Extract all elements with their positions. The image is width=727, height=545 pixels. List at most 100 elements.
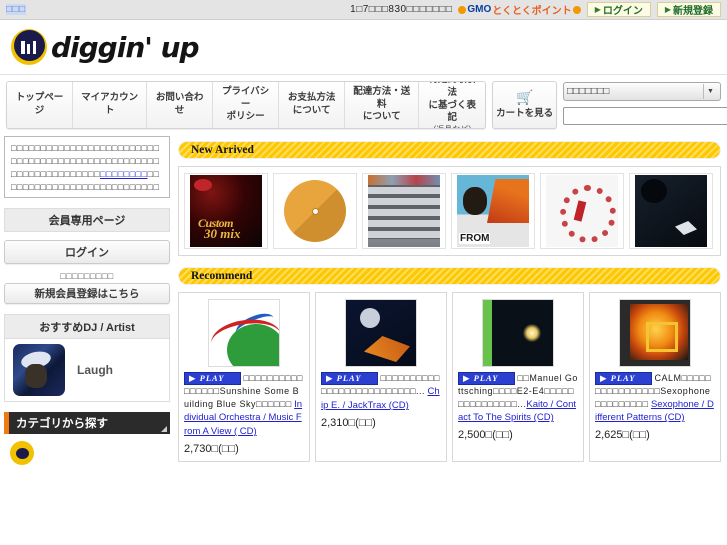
nav-tab-label: マイアカウント — [81, 92, 139, 116]
new-arrived-item[interactable] — [362, 173, 446, 249]
play-button-label: PLAY — [336, 373, 362, 383]
play-button[interactable]: ▶ PLAY — [321, 372, 379, 386]
recommend-description-line: ▶ PLAY CALM□□□□□□□□□□□□□□□□Sexophone□□□□□… — [595, 372, 715, 425]
nav-tab-contact[interactable]: お問い合わせ — [147, 82, 214, 128]
sidebar-login-button[interactable]: ログイン — [4, 240, 170, 264]
sidebar-login-label: ログイン — [65, 247, 109, 259]
play-button-label: PLAY — [199, 373, 225, 383]
new-arrived-item[interactable] — [540, 173, 624, 249]
contact-to-the-spirits-cover[interactable] — [482, 299, 554, 367]
new-arrived-item[interactable]: 30 mix — [184, 173, 268, 249]
resize-corner-icon — [161, 426, 167, 432]
play-button[interactable]: ▶ PLAY — [458, 372, 516, 386]
nav-tab-label-wrap: 特定商取引法 に基づく表記 （返品など） — [425, 82, 479, 128]
new-arrived-item[interactable] — [629, 173, 713, 249]
login-button-top[interactable]: ▶ ログイン — [586, 2, 651, 17]
nav-tab-legal-notation[interactable]: 特定商取引法 に基づく表記 （返品など） — [419, 82, 486, 128]
recommended-dj-panel: おすすめDJ / Artist Laugh — [4, 314, 170, 402]
music-from-a-view-cover[interactable] — [208, 299, 280, 367]
member-page-header: 会員専用ページ — [4, 208, 170, 232]
nav-tab-label: 特定商取引法 に基づく表記 — [428, 82, 477, 124]
dj-name-label[interactable]: Laugh — [77, 363, 113, 377]
nav-tab-shipping[interactable]: 配達方法・送料 について — [345, 82, 420, 128]
sidebar: □□□□□□□□□□□□□□□□□□□□□□□□□□□□□□□□□□□□□□□□… — [4, 136, 170, 468]
recommended-dj-header: おすすめDJ / Artist — [5, 315, 169, 339]
logo-band: diggin' up — [0, 20, 727, 75]
new-arrived-item[interactable] — [451, 173, 535, 249]
sidebar-register-button[interactable]: 新規会員登録はこちら — [4, 283, 170, 304]
nav-tab-label: プライバシー ポリシー — [222, 85, 270, 123]
nav-tab-top-page[interactable]: トップページ — [7, 82, 73, 128]
view-cart-button[interactable]: 🛒 カートを見る — [492, 81, 557, 129]
recommend-card: ▶ PLAY □□□□□□□□□□□□□□□□□□□□□□□□□□... Chip… — [315, 292, 447, 462]
topbar-left-label[interactable]: □□□ — [6, 4, 26, 15]
caret-right-icon: ▶ — [664, 5, 671, 14]
dark-navy-cover — [635, 175, 707, 247]
shopping-cart-icon: 🛒 — [515, 89, 534, 105]
search-area: □□□□□□□ ▼ □□ — [563, 81, 727, 127]
main-nav-tabs: トップページ マイアカウント お問い合わせ プライバシー ポリシー お支払方法 … — [6, 81, 487, 129]
recommend-price: 2,310□(□□) — [321, 417, 376, 430]
register-button-top[interactable]: ▶ 新規登録 — [656, 2, 721, 17]
search-input[interactable] — [563, 107, 727, 125]
register-caption: □□□□□□□□□ — [60, 271, 114, 281]
sidebar-register-label: 新規会員登録はこちら — [34, 288, 140, 300]
login-button-top-label: ログイン — [602, 6, 643, 17]
recommend-price: 2,730□(□□) — [184, 443, 239, 456]
nav-tab-label: お支払方法 について — [287, 92, 336, 116]
category-search-label: カテゴリから探す — [16, 418, 108, 430]
main-column: New Arrived 30 mix Recommend ▶ PLAY□□□□□… — [176, 136, 723, 468]
top-utility-bar: □□□ 1□7□□□830□□□□□□□ GMO とくとくポイント ▶ ログイン … — [0, 0, 727, 20]
dj-avatar[interactable] — [13, 344, 65, 396]
navigation-band: トップページ マイアカウント お問い合わせ プライバシー ポリシー お支払方法 … — [0, 75, 727, 133]
recommend-title: Recommend — [191, 270, 253, 282]
play-button-label: PLAY — [610, 373, 636, 383]
nav-tab-label: トップページ — [15, 92, 64, 116]
recommend-thumb-wrap — [184, 299, 304, 367]
recommended-dj-body: Laugh — [5, 339, 169, 401]
new-arrived-list: 30 mix — [178, 166, 721, 256]
different-patterns-cover[interactable] — [619, 299, 691, 367]
play-button-label: PLAY — [473, 373, 499, 383]
recommend-card: ▶ PLAY □□□□□□□□□□□□□□□□Sunshine Some Buil… — [178, 292, 310, 462]
recommended-dj-header-label: おすすめDJ / Artist — [39, 321, 135, 334]
recommend-card: ▶ PLAY CALM□□□□□□□□□□□□□□□□Sexophone□□□□□… — [589, 292, 721, 462]
recommend-description-line: ▶ PLAY □□□□□□□□□□□□□□□□Sunshine Some Buil… — [184, 372, 304, 439]
search-category-value: □□□□□□□ — [567, 86, 610, 97]
nav-tab-privacy-policy[interactable]: プライバシー ポリシー — [213, 82, 280, 128]
orange-vinyl-label-cover — [279, 175, 351, 247]
search-category-select[interactable]: □□□□□□□ ▼ — [563, 82, 721, 101]
play-button[interactable]: ▶ PLAY — [595, 372, 653, 386]
notice-inline-link[interactable]: □□□□□□□□ — [100, 169, 148, 179]
nav-tab-payment-methods[interactable]: お支払方法 について — [279, 82, 346, 128]
new-arrived-title: New Arrived — [191, 144, 254, 156]
recommend-description-line: ▶ PLAY □□Manuel Gottsching□□□□E2-E4□□□□□□… — [458, 372, 578, 425]
category-bullet-icon — [10, 441, 34, 465]
recommend-thumb-wrap — [458, 299, 578, 367]
nav-tab-sublabel: （返品など） — [425, 125, 479, 128]
gmo-dot-right-icon — [572, 5, 581, 14]
architecture-photo-cover — [368, 175, 440, 247]
site-logo[interactable]: diggin' up — [8, 26, 209, 68]
red-splatter-cover — [546, 175, 618, 247]
caret-right-icon: ▶ — [594, 5, 601, 14]
play-button[interactable]: ▶ PLAY — [184, 372, 242, 386]
notice-box: □□□□□□□□□□□□□□□□□□□□□□□□□□□□□□□□□□□□□□□□… — [4, 136, 170, 198]
recommend-banner: Recommend — [178, 267, 721, 285]
category-search-bar[interactable]: カテゴリから探す — [4, 412, 170, 434]
jacktrax-cover[interactable] — [345, 299, 417, 367]
chevron-down-icon: ▼ — [703, 84, 717, 99]
search-input-row: □□ — [563, 107, 727, 127]
gmo-suffix-label: とくとくポイント — [492, 6, 572, 17]
gmo-dot-left-icon — [458, 5, 467, 14]
nav-tab-my-account[interactable]: マイアカウント — [73, 82, 148, 128]
new-arrived-item[interactable] — [273, 173, 357, 249]
recommend-grid: ▶ PLAY □□□□□□□□□□□□□□□□Sunshine Some Buil… — [178, 292, 721, 462]
gmo-points-badge[interactable]: GMO とくとくポイント — [458, 2, 581, 17]
recommend-price: 2,625□(□□) — [595, 429, 650, 442]
logo-mark-bars-icon — [21, 40, 36, 54]
from-yakuin-2-cover — [457, 175, 529, 247]
recommend-description-line: ▶ PLAY □□□□□□□□□□□□□□□□□□□□□□□□□□... Chip… — [321, 372, 441, 413]
diggin-up-mark-icon — [11, 29, 47, 65]
new-arrived-banner: New Arrived — [178, 141, 721, 159]
